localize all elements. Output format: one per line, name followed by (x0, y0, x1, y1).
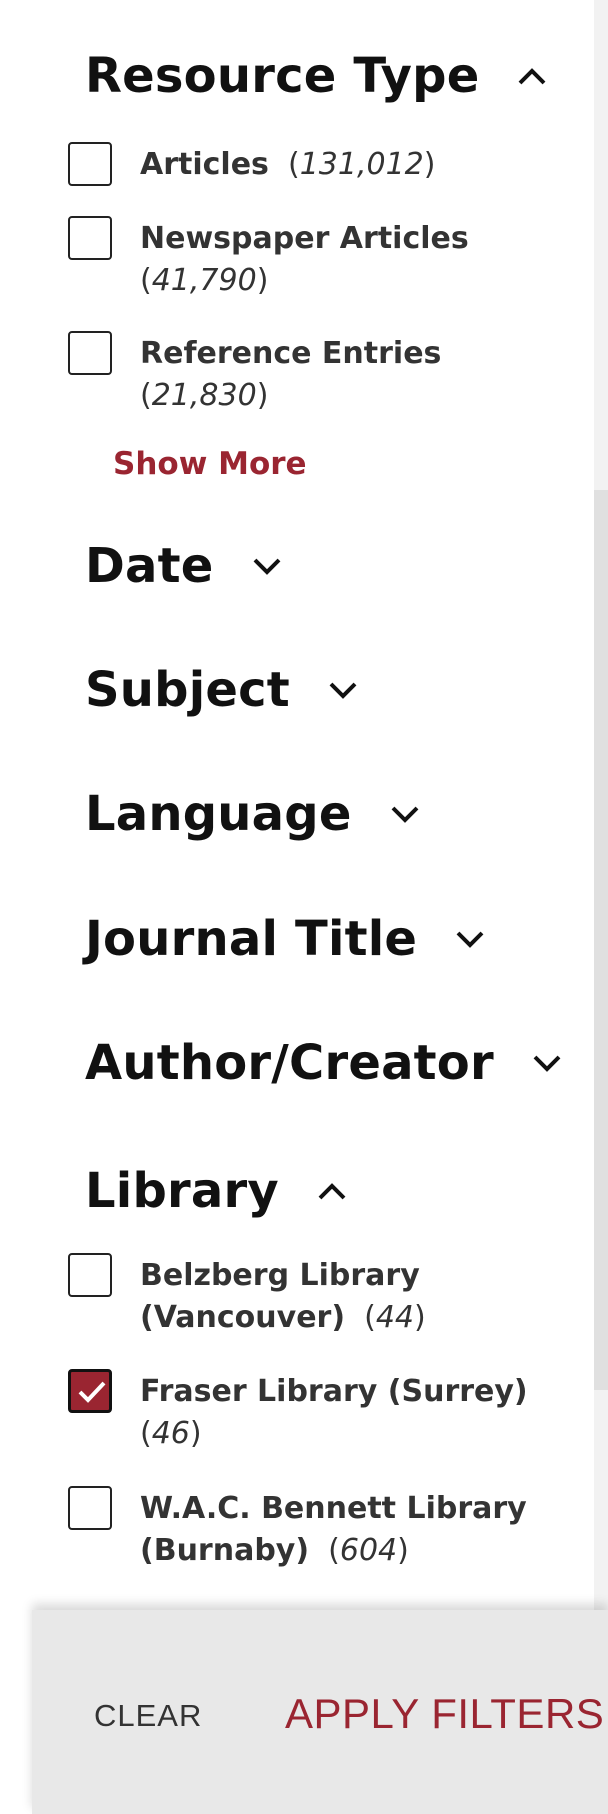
option-count: 131,012 (299, 147, 424, 182)
facet-title: Date (85, 538, 214, 594)
clear-button[interactable]: CLEAR (94, 1698, 202, 1734)
option-label: Newspaper Articles (41,790) (140, 221, 469, 298)
chevron-down-icon (455, 929, 485, 949)
option-label: Belzberg Library (Vancouver) (44) (140, 1258, 426, 1335)
checkbox-checked[interactable] (68, 1369, 112, 1413)
filter-panel: Resource Type Articles (131,012) Newspap… (0, 0, 594, 1610)
facet-resource-type-header[interactable]: Resource Type (85, 48, 547, 104)
chevron-down-icon (390, 804, 420, 824)
chevron-down-icon (532, 1053, 562, 1073)
facet-title: Language (85, 786, 352, 842)
option-label: Articles (131,012) (140, 147, 436, 182)
checkbox[interactable] (68, 1253, 112, 1297)
option-count: 604 (339, 1533, 398, 1568)
facet-date-header[interactable]: Date (85, 538, 282, 594)
option-label: W.A.C. Bennett Library (Burnaby) (604) (140, 1491, 527, 1568)
option-count: 46 (151, 1416, 190, 1451)
facet-title: Journal Title (85, 911, 418, 967)
checkbox[interactable] (68, 142, 112, 186)
facet-title: Library (85, 1163, 279, 1219)
facet-journal-title-header[interactable]: Journal Title (85, 911, 485, 967)
chevron-up-icon (317, 1181, 347, 1201)
facet-title: Subject (85, 662, 290, 718)
checkbox[interactable] (68, 1486, 112, 1530)
option-name: Reference Entries (140, 336, 442, 371)
facet-title: Resource Type (85, 48, 480, 104)
option-name: Fraser Library (Surrey) (140, 1374, 528, 1409)
option-name: W.A.C. Bennett Library (Burnaby) (140, 1491, 527, 1568)
facet-subject-header[interactable]: Subject (85, 662, 358, 718)
option-label: Fraser Library (Surrey) (46) (140, 1374, 528, 1451)
checkmark-icon (78, 1381, 106, 1403)
option-count: 41,790 (151, 263, 257, 298)
chevron-down-icon (252, 556, 282, 576)
option-count: 21,830 (151, 378, 257, 413)
show-more-link[interactable]: Show More (113, 446, 307, 482)
checkbox[interactable] (68, 216, 112, 260)
apply-filters-button[interactable]: APPLY FILTERS (285, 1690, 604, 1738)
facet-author-creator-header[interactable]: Author/Creator (85, 1035, 562, 1091)
chevron-up-icon (517, 66, 547, 86)
facet-language-header[interactable]: Language (85, 786, 420, 842)
facet-library-header[interactable]: Library (85, 1163, 347, 1219)
chevron-down-icon (328, 680, 358, 700)
filter-footer: CLEAR APPLY FILTERS (32, 1610, 608, 1814)
option-label: Reference Entries (21,830) (140, 336, 442, 413)
option-count: 44 (375, 1300, 415, 1335)
option-name: Newspaper Articles (140, 221, 469, 256)
scrollbar-thumb[interactable] (594, 490, 608, 1390)
facet-title: Author/Creator (85, 1035, 494, 1091)
option-name: Articles (140, 147, 269, 182)
checkbox[interactable] (68, 331, 112, 375)
